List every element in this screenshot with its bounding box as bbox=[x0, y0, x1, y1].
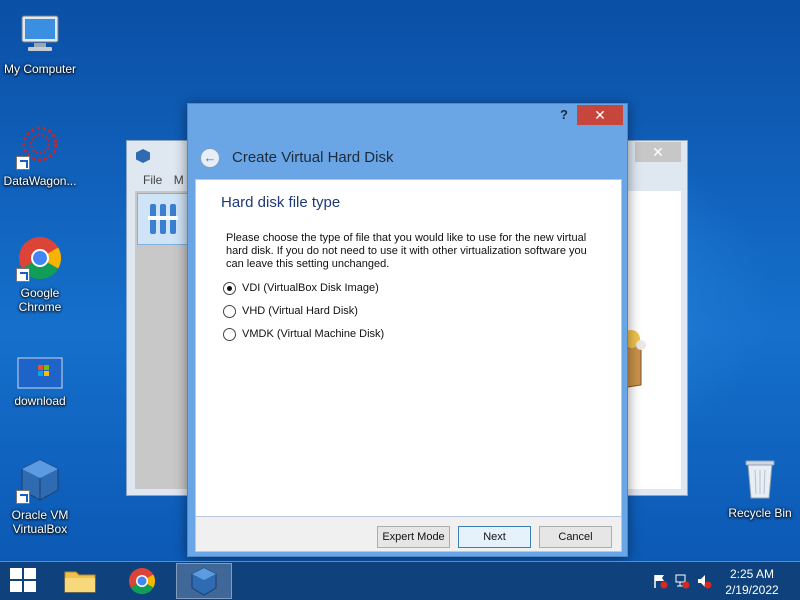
option-label: VDI (VirtualBox Disk Image) bbox=[242, 282, 379, 294]
download-image-icon bbox=[16, 356, 64, 390]
datawagon-icon bbox=[16, 122, 64, 170]
desktop-icon-label: Oracle VM VirtualBox bbox=[11, 508, 69, 536]
virtualbox-icon bbox=[135, 148, 151, 164]
option-vhd[interactable]: VHD (Virtual Hard Disk) bbox=[223, 302, 358, 320]
desktop-icon-my-computer[interactable]: My Computer bbox=[0, 10, 80, 76]
page-title: Hard disk file type bbox=[221, 194, 341, 211]
taskbar-virtualbox[interactable] bbox=[176, 563, 232, 599]
machine-list bbox=[135, 191, 191, 489]
page-description: Please choose the type of file that you … bbox=[226, 232, 587, 270]
recycle-bin-icon bbox=[736, 454, 784, 502]
desktop-icon-label: Google Chrome bbox=[18, 286, 62, 314]
help-button[interactable]: ? bbox=[556, 107, 572, 125]
close-button[interactable]: ✕ bbox=[635, 142, 681, 162]
radio-button-checked[interactable] bbox=[223, 281, 236, 295]
taskbar-chrome[interactable] bbox=[114, 563, 170, 599]
menu-bar: File M bbox=[135, 173, 195, 191]
option-label: VMDK (Virtual Machine Disk) bbox=[242, 328, 385, 340]
create-virtual-hard-disk-dialog: ? ✕ ← Create Virtual Hard Disk Hard disk… bbox=[187, 103, 628, 557]
option-vmdk[interactable]: VMDK (Virtual Machine Disk) bbox=[223, 325, 384, 343]
desktop-icon-datawagon[interactable]: DataWagon... bbox=[0, 122, 80, 188]
action-center-flag-icon[interactable] bbox=[652, 573, 668, 589]
clock[interactable]: 2:25 AM 2/19/2022 bbox=[714, 566, 790, 598]
radio-button[interactable] bbox=[223, 327, 236, 341]
wizard-header: ← Create Virtual Hard Disk bbox=[188, 144, 627, 178]
next-button[interactable]: Next bbox=[458, 526, 531, 548]
network-icon[interactable] bbox=[674, 573, 690, 589]
shortcut-arrow-icon bbox=[16, 156, 30, 170]
wizard-footer: Expert Mode Next Cancel bbox=[195, 517, 622, 552]
windows-start-icon[interactable] bbox=[10, 568, 38, 594]
volume-muted-icon[interactable] bbox=[696, 573, 712, 589]
desktop-icon-recycle-bin[interactable]: Recycle Bin bbox=[720, 454, 800, 520]
desktop-icon-label: Recycle Bin bbox=[728, 506, 792, 520]
menu-file[interactable]: File bbox=[143, 173, 162, 187]
desktop-icon-label: My Computer bbox=[3, 62, 77, 76]
radio-button[interactable] bbox=[223, 304, 236, 318]
clock-date: 2/19/2022 bbox=[725, 583, 779, 597]
taskbar-file-explorer[interactable] bbox=[52, 563, 108, 599]
back-arrow-icon[interactable]: ← bbox=[200, 148, 220, 168]
option-label: VHD (Virtual Hard Disk) bbox=[242, 305, 358, 317]
expert-mode-button[interactable]: Expert Mode bbox=[377, 526, 450, 548]
virtualbox-icon bbox=[16, 456, 64, 504]
computer-icon bbox=[16, 10, 64, 58]
system-tray: 2:25 AM 2/19/2022 bbox=[640, 562, 800, 600]
cancel-button[interactable]: Cancel bbox=[539, 526, 612, 548]
desktop-icon-virtualbox[interactable]: Oracle VM VirtualBox bbox=[0, 456, 80, 536]
details-pane bbox=[614, 191, 681, 489]
shortcut-arrow-icon bbox=[16, 490, 30, 504]
virtualbox-icon bbox=[191, 567, 217, 596]
desktop-icon-label: download bbox=[14, 394, 66, 408]
option-vdi[interactable]: VDI (VirtualBox Disk Image) bbox=[223, 279, 379, 297]
file-explorer-icon bbox=[64, 571, 96, 593]
desktop-icon-google-chrome[interactable]: Google Chrome bbox=[0, 234, 80, 314]
chrome-icon bbox=[16, 234, 64, 282]
desktop-icon-download[interactable]: download bbox=[0, 356, 80, 408]
taskbar: 2:25 AM 2/19/2022 bbox=[0, 561, 800, 600]
clock-time: 2:25 AM bbox=[729, 567, 775, 581]
shortcut-arrow-icon bbox=[16, 268, 30, 282]
tools-item[interactable] bbox=[137, 193, 189, 245]
desktop-icon-label: DataWagon... bbox=[3, 174, 77, 188]
tools-icon bbox=[148, 204, 178, 234]
dialog-title: Create Virtual Hard Disk bbox=[232, 149, 394, 166]
close-button[interactable]: ✕ bbox=[577, 105, 623, 125]
menu-machine[interactable]: M bbox=[174, 173, 184, 187]
wizard-page: Hard disk file type Please choose the ty… bbox=[195, 179, 622, 517]
chrome-icon bbox=[129, 568, 156, 595]
